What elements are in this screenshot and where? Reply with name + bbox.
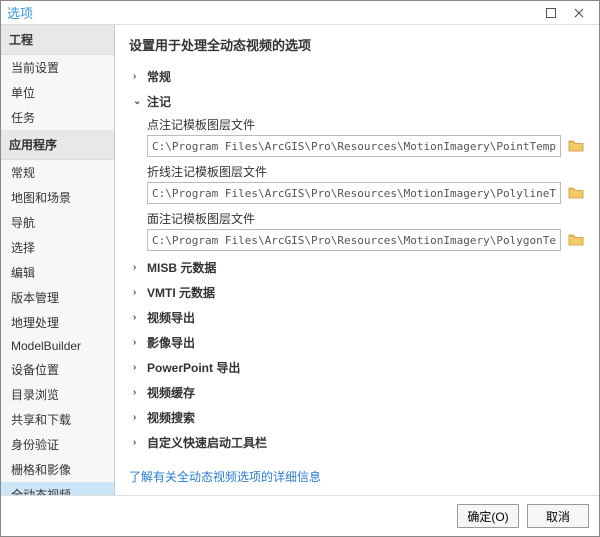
sidebar-group-header: 工程 <box>1 25 114 55</box>
section-label: PowerPoint 导出 <box>147 359 240 376</box>
section-ppt: › PowerPoint 导出 <box>133 359 585 376</box>
sidebar-item[interactable]: 地图和场景 <box>1 185 114 210</box>
chevron-right-icon: › <box>133 412 143 423</box>
chevron-right-icon: › <box>133 387 143 398</box>
sidebar-item[interactable]: 全动态视频 <box>1 482 114 495</box>
close-button[interactable] <box>565 2 593 24</box>
field-row <box>147 135 585 157</box>
learn-more-link[interactable]: 了解有关全动态视频选项的详细信息 <box>129 470 321 484</box>
dialog-body: 工程当前设置单位任务应用程序常规地图和场景导航选择编辑版本管理地理处理Model… <box>1 25 599 495</box>
ok-button[interactable]: 确定(O) <box>457 504 519 528</box>
section-toggle[interactable]: › 视频导出 <box>133 309 585 326</box>
section-annotation: ⌄ 注记点注记模板图层文件折线注记模板图层文件面注记模板图层文件 <box>133 93 585 251</box>
section-toggle[interactable]: › MISB 元数据 <box>133 259 585 276</box>
section-toggle[interactable]: › PowerPoint 导出 <box>133 359 585 376</box>
sidebar-item[interactable]: 当前设置 <box>1 55 114 80</box>
section-vidout: › 视频导出 <box>133 309 585 326</box>
section-toggle[interactable]: › 视频搜索 <box>133 409 585 426</box>
maximize-button[interactable] <box>537 2 565 24</box>
section-label: 常规 <box>147 68 171 85</box>
chevron-right-icon: › <box>133 362 143 373</box>
path-input[interactable] <box>147 135 561 157</box>
category-sidebar[interactable]: 工程当前设置单位任务应用程序常规地图和场景导航选择编辑版本管理地理处理Model… <box>1 25 115 495</box>
field-label: 面注记模板图层文件 <box>147 210 585 227</box>
sidebar-item[interactable]: 身份验证 <box>1 432 114 457</box>
section-label: 视频搜索 <box>147 409 195 426</box>
sidebar-item[interactable]: 目录浏览 <box>1 382 114 407</box>
section-qat: › 自定义快速启动工具栏 <box>133 434 585 451</box>
window-title: 选项 <box>7 3 33 22</box>
section-body: 点注记模板图层文件折线注记模板图层文件面注记模板图层文件 <box>147 116 585 251</box>
folder-browse-icon[interactable] <box>567 137 585 155</box>
sidebar-item[interactable]: 版本管理 <box>1 285 114 310</box>
titlebar: 选项 <box>1 1 599 25</box>
path-input[interactable] <box>147 229 561 251</box>
sidebar-item[interactable]: 单位 <box>1 80 114 105</box>
section-toggle[interactable]: › VMTI 元数据 <box>133 284 585 301</box>
section-vmti: › VMTI 元数据 <box>133 284 585 301</box>
section-misb: › MISB 元数据 <box>133 259 585 276</box>
sections-container: › 常规 ⌄ 注记点注记模板图层文件折线注记模板图层文件面注记模板图层文件 › MISB … <box>129 64 585 459</box>
section-toggle[interactable]: › 视频缓存 <box>133 384 585 401</box>
chevron-right-icon: › <box>133 337 143 348</box>
chevron-down-icon: ⌄ <box>133 96 143 107</box>
chevron-right-icon: › <box>133 312 143 323</box>
cancel-button[interactable]: 取消 <box>527 504 589 528</box>
section-imgout: › 影像导出 <box>133 334 585 351</box>
section-label: MISB 元数据 <box>147 259 216 276</box>
page-title: 设置用于处理全动态视频的选项 <box>129 35 585 54</box>
chevron-right-icon: › <box>133 262 143 273</box>
sidebar-item[interactable]: 共享和下载 <box>1 407 114 432</box>
section-vcache: › 视频缓存 <box>133 384 585 401</box>
field-label: 折线注记模板图层文件 <box>147 163 585 180</box>
section-label: 视频缓存 <box>147 384 195 401</box>
section-toggle[interactable]: › 常规 <box>133 68 585 85</box>
sidebar-item[interactable]: 常规 <box>1 160 114 185</box>
sidebar-item[interactable]: 任务 <box>1 105 114 130</box>
sidebar-item[interactable]: 编辑 <box>1 260 114 285</box>
field-row <box>147 182 585 204</box>
sidebar-item[interactable]: 设备位置 <box>1 357 114 382</box>
sidebar-item[interactable]: 栅格和影像 <box>1 457 114 482</box>
learn-more-row: 了解有关全动态视频选项的详细信息 <box>129 462 585 489</box>
section-toggle[interactable]: › 影像导出 <box>133 334 585 351</box>
section-label: 影像导出 <box>147 334 195 351</box>
dialog-footer: 确定(O) 取消 <box>1 495 599 536</box>
section-label: 注记 <box>147 93 171 110</box>
sidebar-item[interactable]: ModelBuilder <box>1 335 114 357</box>
section-label: VMTI 元数据 <box>147 284 215 301</box>
options-dialog: 选项 工程当前设置单位任务应用程序常规地图和场景导航选择编辑版本管理地理处理Mo… <box>0 0 600 537</box>
section-toggle[interactable]: › 自定义快速启动工具栏 <box>133 434 585 451</box>
section-toggle[interactable]: ⌄ 注记 <box>133 93 585 110</box>
sidebar-item[interactable]: 导航 <box>1 210 114 235</box>
section-label: 自定义快速启动工具栏 <box>147 434 267 451</box>
section-vsearch: › 视频搜索 <box>133 409 585 426</box>
chevron-right-icon: › <box>133 437 143 448</box>
section-label: 视频导出 <box>147 309 195 326</box>
field-row <box>147 229 585 251</box>
path-input[interactable] <box>147 182 561 204</box>
main-panel: 设置用于处理全动态视频的选项 › 常规 ⌄ 注记点注记模板图层文件折线注记模板图层文件… <box>115 25 599 495</box>
sidebar-item[interactable]: 选择 <box>1 235 114 260</box>
folder-browse-icon[interactable] <box>567 231 585 249</box>
chevron-right-icon: › <box>133 71 143 82</box>
sidebar-group-header: 应用程序 <box>1 130 114 160</box>
folder-browse-icon[interactable] <box>567 184 585 202</box>
field-label: 点注记模板图层文件 <box>147 116 585 133</box>
chevron-right-icon: › <box>133 287 143 298</box>
sidebar-item[interactable]: 地理处理 <box>1 310 114 335</box>
section-general: › 常规 <box>133 68 585 85</box>
